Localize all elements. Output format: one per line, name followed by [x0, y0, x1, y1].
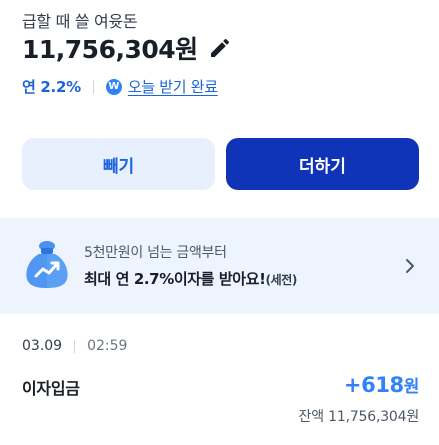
coin-icon: W — [105, 78, 122, 95]
promo-banner[interactable]: 5천만원이 넘는 금액부터 최대 연 2.7%이자를 받아요!(세전) — [0, 218, 439, 314]
deposit-button[interactable]: 더하기 — [226, 138, 419, 190]
savings-account-screen: 급할 때 쓸 여윳돈 11,756,304원 연 2.2% W 오늘 받기 완료… — [0, 0, 439, 445]
interest-paid-link[interactable]: 오늘 받기 완료 — [128, 76, 218, 97]
promo-headline: 최대 연 2.7%이자를 받아요! — [84, 270, 266, 288]
promo-suffix: (세전) — [265, 273, 298, 287]
transaction-date: 03.09 — [22, 338, 63, 354]
account-balance: 11,756,304원 — [22, 35, 198, 64]
promo-line1: 5천만원이 넘는 금액부터 — [84, 245, 227, 261]
transaction-amount: +618원 — [343, 372, 420, 397]
transaction-title: 이자입금 — [22, 379, 80, 398]
withdraw-button[interactable]: 빼기 — [22, 138, 215, 190]
interest-row: 연 2.2% W 오늘 받기 완료 — [22, 76, 218, 97]
pencil-icon[interactable] — [208, 36, 232, 60]
transaction-balance: 잔액 11,756,304원 — [298, 409, 420, 425]
transaction-amount-unit: 원 — [403, 377, 420, 397]
transaction-time: 02:59 — [87, 338, 128, 354]
transaction-amount-value: +618 — [343, 373, 404, 397]
promo-line2: 최대 연 2.7%이자를 받아요!(세전) — [84, 268, 297, 289]
promo-text: 5천만원이 넘는 금액부터 최대 연 2.7%이자를 받아요!(세전) — [84, 242, 297, 289]
divider — [74, 339, 76, 353]
transaction-meta: 03.09 02:59 — [22, 338, 127, 354]
chevron-right-icon — [403, 256, 417, 276]
divider — [92, 79, 94, 94]
money-bag-icon — [24, 238, 70, 290]
interest-rate: 연 2.2% — [22, 78, 81, 96]
account-subtitle: 급할 때 쓸 여윳돈 — [22, 12, 138, 31]
balance-row: 11,756,304원 — [22, 30, 232, 66]
